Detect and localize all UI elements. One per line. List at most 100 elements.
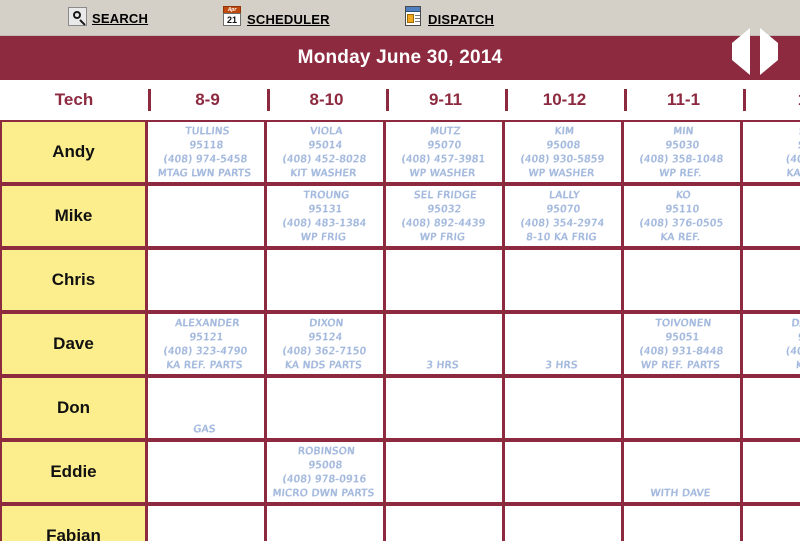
appointment-note-line: (408)	[785, 346, 800, 357]
date-navigation	[732, 28, 782, 80]
column-header-timeslot-8-9[interactable]: 8-9	[148, 80, 267, 120]
appointment-cell[interactable]: 3 HRS	[505, 312, 624, 376]
appointment-cell[interactable]	[505, 440, 624, 504]
appointment-note: WITH DAVE	[624, 445, 740, 501]
appointment-note-line: WITH DAVE	[650, 488, 712, 499]
appointment-note-line: 95070	[427, 140, 462, 151]
appointment-cell[interactable]	[505, 376, 624, 440]
appointment-note-line: TOIVONEN	[655, 318, 712, 329]
tech-name-cell[interactable]: Chris	[0, 248, 148, 312]
column-header-timeslot-11-1[interactable]: 11-1	[624, 80, 743, 120]
appointment-cell[interactable]	[267, 376, 386, 440]
appointment-note-line: TULLINS	[185, 126, 230, 137]
appointment-note-line: KIT WASHER	[290, 168, 357, 179]
schedule-row: Dave ALEXANDER 95121 (408) 323-4790 KA REF. …	[0, 312, 800, 376]
appointment-cell[interactable]	[267, 504, 386, 541]
calendar-icon-day: 21	[223, 13, 241, 26]
appointment-cell[interactable]: TOIVONEN 95051 (408) 931-8448 WP REF. PARTS	[624, 312, 743, 376]
appointment-cell[interactable]	[624, 504, 743, 541]
appointment-cell[interactable]	[386, 504, 505, 541]
appointment-cell[interactable]	[743, 504, 800, 541]
appointment-note-line: (408) 978-0916	[282, 474, 367, 485]
appointment-note-line: 95032	[427, 204, 462, 215]
appointment-cell[interactable]	[624, 376, 743, 440]
appointment-note-line: ROBINSON	[297, 446, 356, 457]
calendar-icon: Apr 21	[222, 5, 242, 27]
appointment-cell[interactable]: DIXON 95124 (408) 362-7150 KA NDS PARTS	[267, 312, 386, 376]
appointment-note-line: 95014	[308, 140, 343, 151]
appointment-cell[interactable]	[148, 504, 267, 541]
appointment-note-line: KA NDS PARTS	[284, 360, 363, 371]
appointment-note-line: MTAG LWN PARTS	[157, 168, 252, 179]
appointment-cell[interactable]	[743, 376, 800, 440]
appointment-note: SEL FRIDGE 95032 (408) 892-4439 WP FRIG	[386, 189, 502, 245]
appointment-cell[interactable]	[267, 248, 386, 312]
appointment-cell[interactable]: GAS	[148, 376, 267, 440]
appointment-cell[interactable]	[148, 248, 267, 312]
column-header-timeslot-9-11[interactable]: 9-11	[386, 80, 505, 120]
schedule-row: Eddie ROBINSON 95008 (408) 978-0916 MICRO DW…	[0, 440, 800, 504]
appointment-note: GAS	[148, 381, 264, 437]
appointment-cell[interactable]	[743, 184, 800, 248]
appointment-note-line: ALEXANDER	[174, 318, 241, 329]
appointment-note-line: SEL FRIDGE	[413, 190, 478, 201]
previous-day-button[interactable]	[732, 28, 754, 75]
nav-scheduler[interactable]: Apr 21 SCHEDULER	[222, 4, 330, 27]
nav-search[interactable]: SEARCH	[68, 4, 148, 26]
tech-name-cell[interactable]: Andy	[0, 120, 148, 184]
appointment-note: TROUNG 95131 (408) 483-1384 WP FRIG	[267, 189, 383, 245]
appointment-cell[interactable]: MUTZ 95070 (408) 457-3981 WP WASHER	[386, 120, 505, 184]
appointment-note-line: (408) 457-3981	[401, 154, 486, 165]
appointment-cell[interactable]: KIM 95008 (408) 930-5859 WP WASHER	[505, 120, 624, 184]
appointment-cell[interactable]	[386, 376, 505, 440]
current-date: Monday June 30, 2014	[297, 47, 503, 68]
appointment-cell[interactable]	[505, 248, 624, 312]
appointment-cell[interactable]: LALLY 95070 (408) 354-2974 8-10 KA FRIG	[505, 184, 624, 248]
appointment-cell[interactable]: 3 HRS	[386, 312, 505, 376]
appointment-cell[interactable]	[624, 248, 743, 312]
tech-name-cell[interactable]: Don	[0, 376, 148, 440]
appointment-cell[interactable]: MIN 95030 (408) 358-1048 WP REF.	[624, 120, 743, 184]
nav-dispatch[interactable]: DISPATCH	[403, 4, 494, 27]
column-header-timeslot-1[interactable]: 1	[743, 80, 800, 120]
appointment-cell[interactable]: WITH DAVE	[624, 440, 743, 504]
column-header-timeslot-10-12[interactable]: 10-12	[505, 80, 624, 120]
nav-dispatch-label: DISPATCH	[428, 11, 495, 27]
appointment-note: ALEXANDER 95121 (408) 323-4790 KA REF. PART…	[148, 317, 264, 373]
appointment-cell[interactable]	[743, 440, 800, 504]
appointment-note-line: 95118	[189, 140, 224, 151]
appointment-note: MUTZ 95070 (408) 457-3981 WP WASHER	[386, 125, 502, 181]
appointment-cell[interactable]	[386, 248, 505, 312]
appointment-note-line: 8-10 KA FRIG	[525, 232, 598, 243]
tech-name-cell[interactable]: Mike	[0, 184, 148, 248]
appointment-note-line: 3 HRS	[544, 360, 579, 371]
appointment-cell[interactable]: ALEXANDER 95121 (408) 323-4790 KA REF. PART…	[148, 312, 267, 376]
appointment-cell[interactable]: SEL FRIDGE 95032 (408) 892-4439 WP FRIG	[386, 184, 505, 248]
appointment-cell[interactable]	[148, 440, 267, 504]
appointment-cell[interactable]: ROBINSON 95008 (408) 978-0916 MICRO DWN PAR…	[267, 440, 386, 504]
next-day-button[interactable]	[760, 28, 782, 75]
appointment-note: SS (408) KA D	[743, 125, 800, 181]
column-header-timeslot-8-10[interactable]: 8-10	[267, 80, 386, 120]
appointment-cell[interactable]: TROUNG 95131 (408) 483-1384 WP FRIG	[267, 184, 386, 248]
appointment-cell[interactable]	[386, 440, 505, 504]
schedule-row: Don GAS	[0, 376, 800, 440]
appointment-cell[interactable]: VIOLA 95014 (408) 452-8028 KIT WASHER	[267, 120, 386, 184]
appointment-cell[interactable]	[505, 504, 624, 541]
appointment-cell[interactable]: DAV 9 (408) K	[743, 312, 800, 376]
appointment-note-line: (408) 483-1384	[282, 218, 367, 229]
tech-name-cell[interactable]: Fabian	[0, 504, 148, 541]
appointment-note: MIN 95030 (408) 358-1048 WP REF.	[624, 125, 740, 181]
appointment-cell[interactable]: KO 95110 (408) 376-0505 KA REF.	[624, 184, 743, 248]
appointment-cell[interactable]	[743, 248, 800, 312]
appointment-note-line: S	[797, 140, 800, 151]
tech-name-cell[interactable]: Dave	[0, 312, 148, 376]
appointment-note-line: (408)	[785, 154, 800, 165]
appointment-cell[interactable]	[148, 184, 267, 248]
appointment-cell[interactable]: TULLINS 95118 (408) 974-5458 MTAG LWN PARTS	[148, 120, 267, 184]
appointment-note-line: 95121	[189, 332, 224, 343]
appointment-cell[interactable]: SS (408) KA D	[743, 120, 800, 184]
appointment-note-line: DAV	[791, 318, 800, 329]
schedule-row: Andy TULLINS 95118 (408) 974-5458 MTAG LWN P…	[0, 120, 800, 184]
tech-name-cell[interactable]: Eddie	[0, 440, 148, 504]
